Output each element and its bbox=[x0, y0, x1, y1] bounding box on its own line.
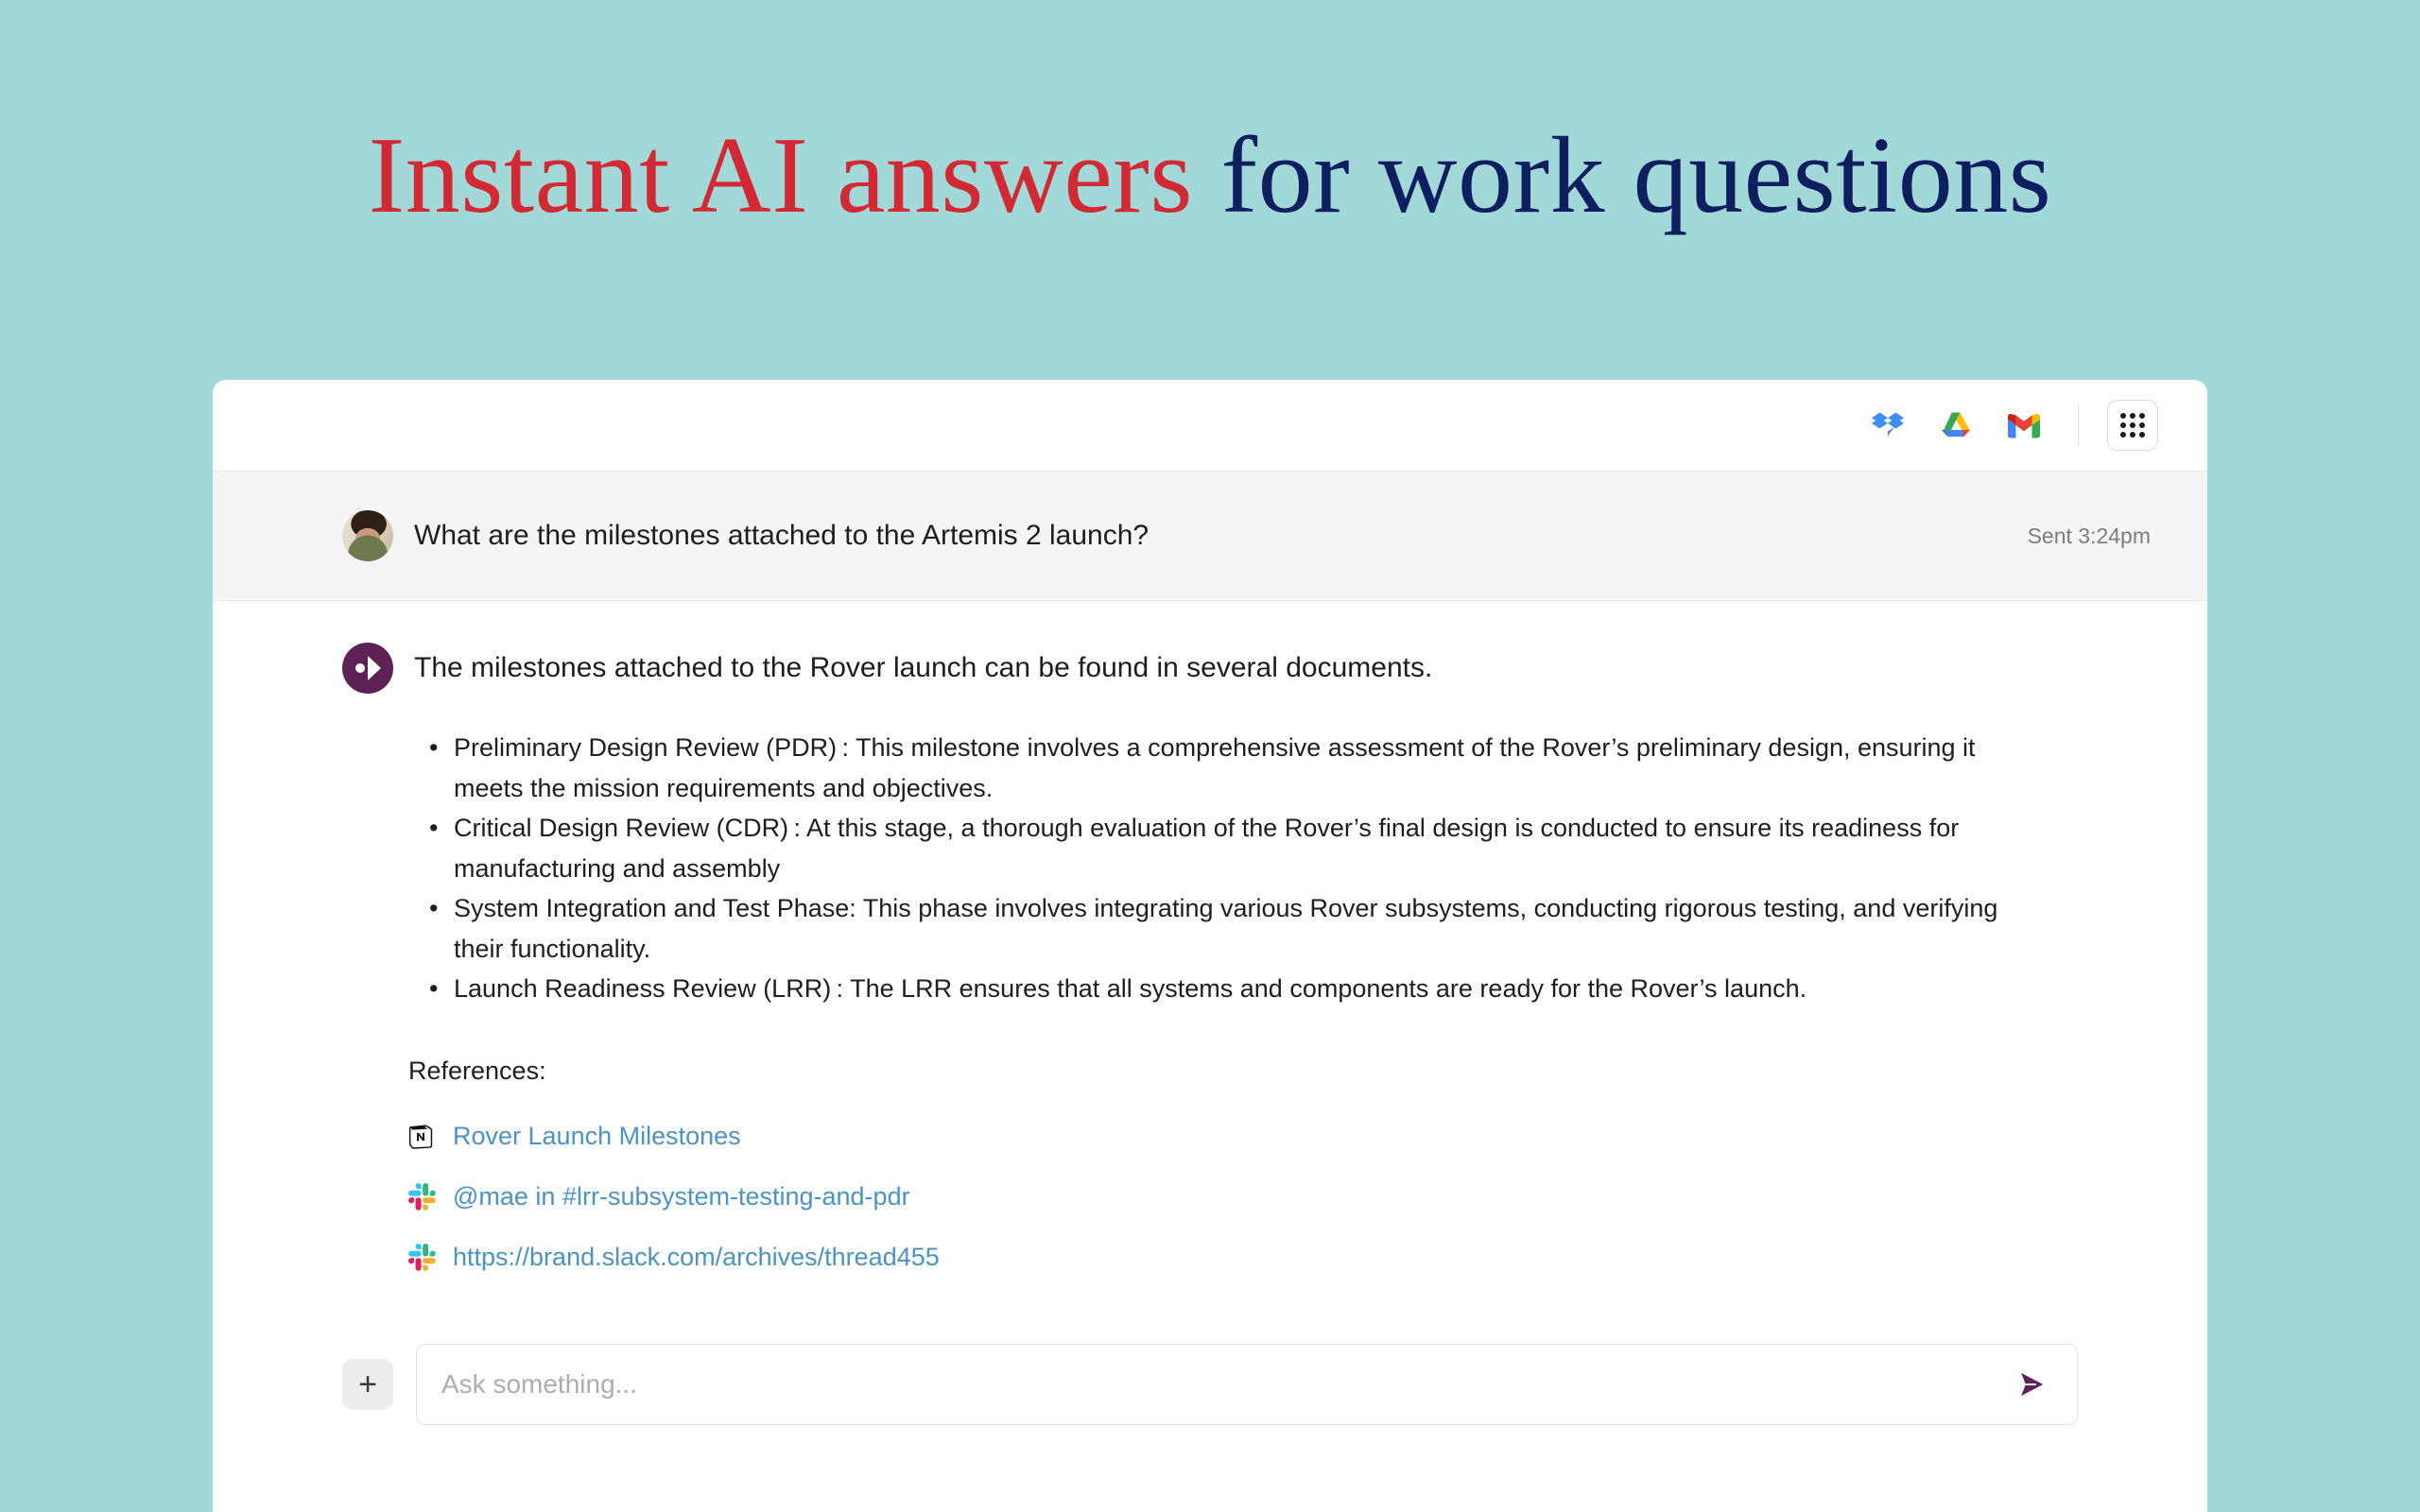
search-input[interactable] bbox=[441, 1369, 2013, 1400]
header-divider bbox=[2078, 404, 2079, 446]
reference-link[interactable]: Rover Launch Milestones bbox=[453, 1122, 741, 1151]
answer-intro: The milestones attached to the Rover lau… bbox=[414, 652, 1433, 683]
gmail-icon[interactable] bbox=[2008, 409, 2040, 441]
references-label: References: bbox=[408, 1056, 546, 1085]
app-header bbox=[213, 380, 2207, 471]
reference-link[interactable]: @mae in #lrr-subsystem-testing-and-pdr bbox=[453, 1182, 910, 1211]
list-item[interactable]: https://brand.slack.com/archives/thread4… bbox=[408, 1228, 2151, 1288]
question-timestamp: Sent 3:24pm bbox=[2027, 523, 2151, 548]
apps-grid-button[interactable] bbox=[2107, 400, 2158, 451]
send-button[interactable] bbox=[2013, 1366, 2050, 1403]
question-text: What are the milestones attached to the … bbox=[414, 520, 1150, 551]
grid-icon bbox=[2120, 413, 2145, 438]
composer: + bbox=[342, 1344, 2078, 1425]
google-drive-icon[interactable] bbox=[1940, 409, 1972, 441]
connected-services bbox=[1872, 409, 2040, 441]
avatar bbox=[342, 510, 393, 561]
list-item: Critical Design Review (CDR) : At this s… bbox=[427, 808, 2034, 888]
page-title-rest: for work questions bbox=[1220, 115, 2052, 236]
list-item: Preliminary Design Review (PDR) : This m… bbox=[427, 728, 2034, 808]
notion-icon bbox=[408, 1125, 433, 1149]
slack-icon bbox=[408, 1244, 436, 1271]
question-row: What are the milestones attached to the … bbox=[213, 471, 2207, 601]
list-item[interactable]: @mae in #lrr-subsystem-testing-and-pdr bbox=[408, 1167, 2151, 1228]
add-attachment-button[interactable]: + bbox=[342, 1359, 393, 1410]
app-window: What are the milestones attached to the … bbox=[213, 380, 2207, 1512]
list-item[interactable]: Rover Launch Milestones bbox=[408, 1107, 2151, 1167]
list-item: Launch Readiness Review (LRR) : The LRR … bbox=[427, 969, 2034, 1009]
list-item: System Integration and Test Phase: This … bbox=[427, 888, 2034, 969]
reference-link[interactable]: https://brand.slack.com/archives/thread4… bbox=[453, 1243, 940, 1272]
page-title: Instant AI answers for work questions bbox=[0, 121, 2420, 231]
assistant-avatar-icon bbox=[342, 643, 393, 694]
ask-input-wrapper[interactable] bbox=[416, 1344, 2078, 1425]
milestone-list: Preliminary Design Review (PDR) : This m… bbox=[427, 728, 2151, 1009]
answer-header: The milestones attached to the Rover lau… bbox=[342, 643, 2151, 694]
slack-icon bbox=[408, 1183, 436, 1211]
send-icon bbox=[2021, 1372, 2044, 1397]
answer-block: The milestones attached to the Rover lau… bbox=[213, 601, 2207, 1288]
page-title-accent: Instant AI answers bbox=[368, 115, 1221, 236]
reference-list: Rover Launch Milestones @mae in #lrr-sub… bbox=[408, 1107, 2151, 1288]
dropbox-icon[interactable] bbox=[1872, 409, 1904, 441]
